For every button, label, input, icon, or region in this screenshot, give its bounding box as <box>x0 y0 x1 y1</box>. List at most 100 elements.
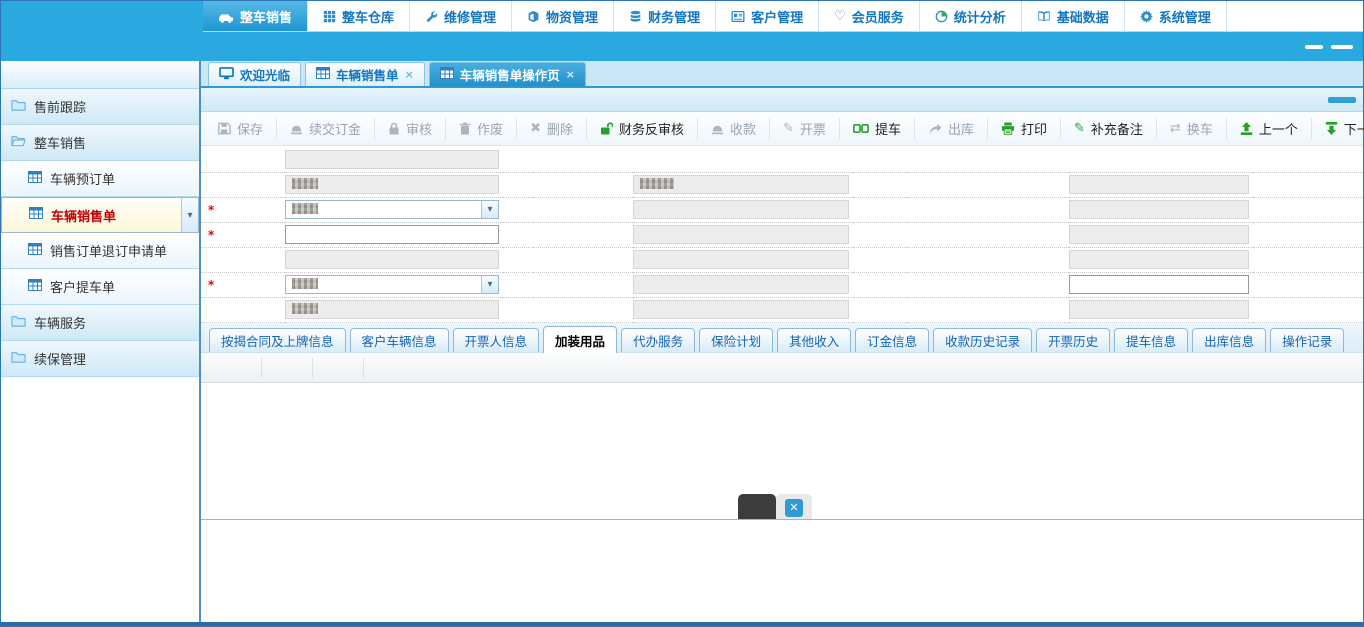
wrench-icon <box>425 10 438 23</box>
outbound-button[interactable]: 出库 <box>915 118 988 140</box>
close-tab-icon[interactable]: × <box>405 68 414 81</box>
sidebar-item-label: 客户提车单 <box>50 277 115 296</box>
folder-icon <box>11 98 26 115</box>
sidebar-item[interactable]: 客户提车单 <box>1 269 199 305</box>
sidebar-item-label: 整车销售 <box>34 133 86 152</box>
table-icon <box>28 243 42 259</box>
redacted-text <box>292 303 318 314</box>
model-name-label <box>533 197 633 222</box>
detail-tab[interactable]: 操作记录 <box>1270 328 1344 352</box>
save-button[interactable]: 保存 <box>205 118 277 140</box>
detail-tab[interactable]: 开票人信息 <box>453 328 540 352</box>
document-tab[interactable]: 车辆销售单× <box>305 62 425 86</box>
nav-system-mgmt[interactable]: 系统管理 <box>1125 1 1227 31</box>
sidebar-item[interactable]: 车辆服务 <box>1 305 199 341</box>
detail-tab[interactable]: 按揭合同及上牌信息 <box>209 328 346 352</box>
sidebar-header <box>1 61 199 89</box>
sidebar-item[interactable]: 车辆销售单 <box>1 197 199 233</box>
detail-fee-toggle[interactable] <box>738 494 776 521</box>
grid-refresh-button[interactable] <box>262 358 313 378</box>
finance-unaudit-button[interactable]: 财务反审核 <box>587 118 698 140</box>
nav-customer-mgmt[interactable]: 客户管理 <box>716 1 819 31</box>
detail-tab[interactable]: 客户车辆信息 <box>350 328 449 352</box>
lock-icon <box>388 122 400 135</box>
button-label: 开票 <box>800 119 826 138</box>
detail-tab[interactable]: 其他收入 <box>777 328 851 352</box>
nav-base-data[interactable]: 基础数据 <box>1022 1 1125 31</box>
detail-tab-label: 保险计划 <box>711 331 761 350</box>
grid-audit-button[interactable] <box>313 358 364 378</box>
pickup-car-button[interactable]: 提车 <box>840 118 915 140</box>
detail-tab[interactable]: 保险计划 <box>699 328 773 352</box>
nav-repair-mgmt[interactable]: 维修管理 <box>410 1 512 31</box>
invoicer-select[interactable] <box>285 200 499 219</box>
sidebar-item[interactable]: 售前跟踪 <box>1 89 199 125</box>
monitor-icon <box>219 67 234 83</box>
nav-vehicle-sales[interactable]: 整车销售 <box>203 1 308 31</box>
pen-icon: ✎ <box>783 121 794 136</box>
document-tab[interactable]: 欢迎光临 <box>208 62 301 86</box>
receive-payment-button[interactable]: 收款 <box>698 118 770 140</box>
detail-tab[interactable]: 提车信息 <box>1114 328 1188 352</box>
change-car-button[interactable]: ⇄换车 <box>1157 118 1227 140</box>
top-header: 整车销售整车仓库维修管理物资管理财务管理客户管理♡会员服务统计分析基础数据系统管… <box>1 1 1363 61</box>
advisor-select[interactable] <box>285 275 499 294</box>
detail-tab[interactable]: 收款历史记录 <box>933 328 1032 352</box>
pickup-icon <box>853 124 869 133</box>
switch-org-button[interactable] <box>1305 45 1323 49</box>
invoicer-label <box>201 197 285 222</box>
audit-button[interactable]: 审核 <box>375 118 446 140</box>
nav-stats-analysis[interactable]: 统计分析 <box>920 1 1022 31</box>
nav-vehicle-warehouse[interactable]: 整车仓库 <box>308 1 410 31</box>
coins-icon <box>629 10 642 23</box>
channel-label <box>907 172 1069 197</box>
detail-tab[interactable]: 加装用品 <box>543 326 617 353</box>
toolbar: 保存续交订金审核 作废 ✖删除财务反审核收款 ✎ 开票提车出库打印✎补充备注⇄换车上一个… <box>201 112 1363 146</box>
button-label: 保存 <box>237 119 263 138</box>
nav-material-mgmt[interactable]: 物资管理 <box>512 1 614 31</box>
detail-tab[interactable]: 代办服务 <box>621 328 695 352</box>
add-accessory-button[interactable] <box>211 358 262 378</box>
close-tab-icon[interactable]: × <box>566 68 575 81</box>
channel-value <box>1069 175 1249 194</box>
remark-input[interactable] <box>1069 275 1249 294</box>
down-icon <box>1325 122 1338 135</box>
tab-label: 欢迎光临 <box>240 65 290 84</box>
previous-button[interactable]: 上一个 <box>1227 118 1312 140</box>
button-label: 作废 <box>477 119 503 138</box>
pay-method-input[interactable] <box>285 225 499 244</box>
tab-label: 车辆销售单操作页 <box>460 65 560 84</box>
sidebar-item[interactable]: 车辆预订单 <box>1 161 199 197</box>
print-button[interactable]: 打印 <box>988 118 1061 140</box>
detail-tab[interactable]: 订金信息 <box>855 328 929 352</box>
next-button[interactable]: 下一个 <box>1312 118 1364 140</box>
detail-tab[interactable]: 出库信息 <box>1192 328 1266 352</box>
document-tab[interactable]: 车辆销售单操作页 × <box>429 62 586 86</box>
help-button[interactable] <box>1328 97 1356 103</box>
up-icon <box>1240 122 1253 135</box>
order-form <box>201 146 1363 323</box>
detail-tab-label: 开票历史 <box>1048 331 1098 350</box>
invoice-button[interactable]: ✎ 开票 <box>770 118 840 140</box>
sidebar-item[interactable]: 整车销售 <box>1 125 199 161</box>
model-code-value <box>1069 200 1249 219</box>
close-icon[interactable] <box>785 499 803 517</box>
redacted-text <box>292 278 318 289</box>
nav-member-service[interactable]: ♡会员服务 <box>819 1 920 31</box>
grid-toolbar <box>201 353 1363 383</box>
advisor-label <box>201 272 285 297</box>
delete-button[interactable]: ✖删除 <box>517 118 587 140</box>
body-color-value <box>633 225 849 244</box>
sidebar-item[interactable]: 续保管理 <box>1 341 199 377</box>
renew-deposit-button[interactable]: 续交订金 <box>277 118 375 140</box>
detail-tab-label: 出库信息 <box>1204 331 1254 350</box>
nav-finance-mgmt[interactable]: 财务管理 <box>614 1 716 31</box>
fee-summary-panel <box>201 519 1363 622</box>
add-remark-button[interactable]: ✎补充备注 <box>1061 118 1157 140</box>
out-icon <box>928 123 942 135</box>
logout-button[interactable] <box>1331 45 1353 49</box>
detail-tab[interactable]: 开票历史 <box>1036 328 1110 352</box>
sidebar-item-label: 车辆销售单 <box>51 206 116 225</box>
invalidate-button[interactable]: 作废 <box>446 118 517 140</box>
sidebar-item[interactable]: 销售订单退订申请单 <box>1 233 199 269</box>
